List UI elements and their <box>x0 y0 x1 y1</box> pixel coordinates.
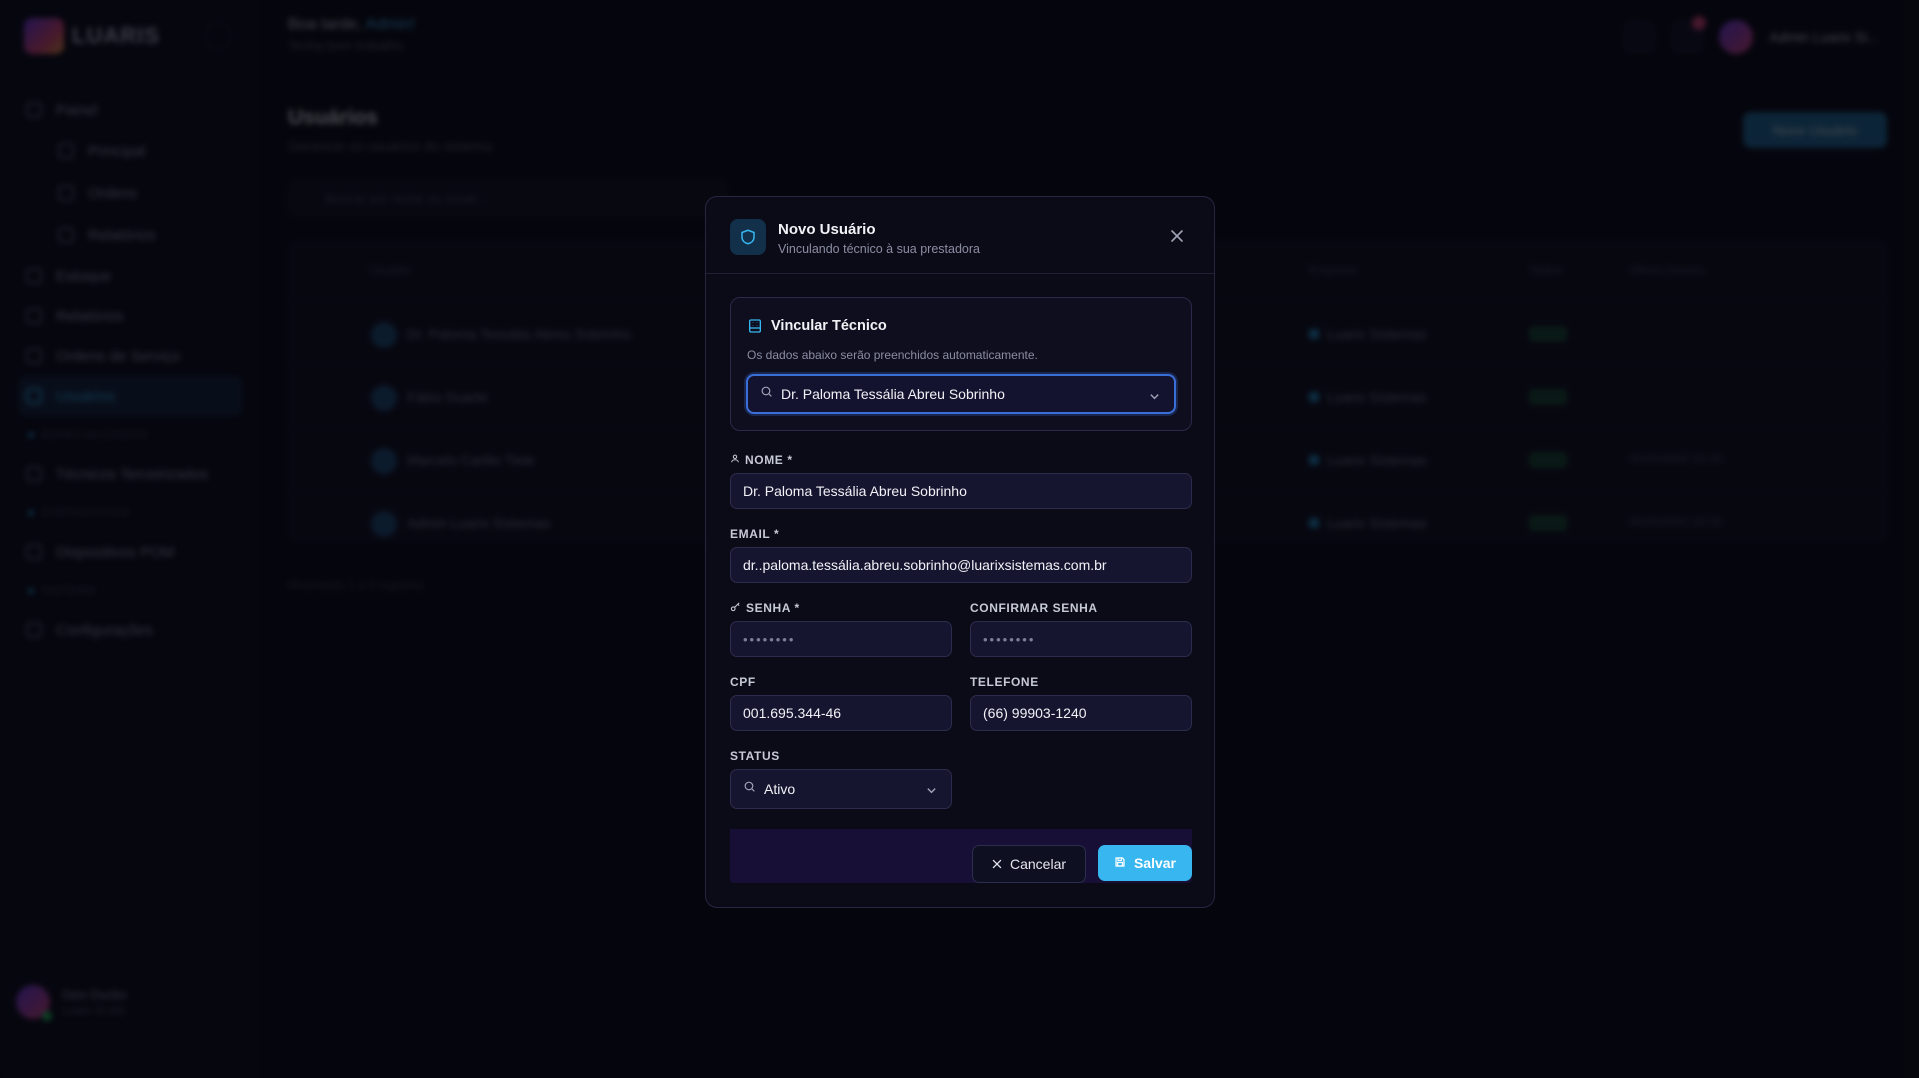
status-label: STATUS <box>730 749 780 763</box>
save-button[interactable]: Salvar <box>1098 845 1192 881</box>
technician-select-value: Dr. Paloma Tessália Abreu Sobrinho <box>781 386 1005 402</box>
new-user-modal: Novo Usuário Vinculando técnico à sua pr… <box>705 196 1215 908</box>
chevron-down-icon <box>1149 389 1160 407</box>
search-icon <box>743 780 756 798</box>
link-technician-description: Os dados abaixo serão preenchidos automa… <box>747 348 1038 362</box>
technician-select[interactable]: Dr. Paloma Tessália Abreu Sobrinho <box>746 374 1176 414</box>
modal-title: Novo Usuário <box>778 221 876 238</box>
building-icon <box>747 318 763 339</box>
close-icon <box>992 856 1002 872</box>
status-select[interactable]: Ativo <box>730 769 952 809</box>
telefone-field[interactable]: (66) 99903-1240 <box>970 695 1192 731</box>
nome-label: NOME * <box>730 453 793 467</box>
cpf-label: CPF <box>730 675 756 689</box>
email-label: EMAIL * <box>730 527 780 541</box>
confirm-password-field[interactable]: •••••••• <box>970 621 1192 657</box>
cancel-button[interactable]: Cancelar <box>972 845 1086 883</box>
modal-header: Novo Usuário Vinculando técnico à sua pr… <box>706 197 1214 274</box>
status-select-value: Ativo <box>764 781 796 797</box>
senha-label: SENHA * <box>730 601 800 615</box>
modal-footer: Cancelar Salvar <box>730 829 1192 883</box>
telefone-label: TELEFONE <box>970 675 1039 689</box>
search-icon <box>760 385 773 403</box>
chevron-down-icon <box>926 783 937 801</box>
key-icon <box>730 601 741 615</box>
confirm-password-label: CONFIRMAR SENHA <box>970 601 1098 615</box>
save-icon <box>1114 855 1126 871</box>
close-icon[interactable] <box>1170 229 1184 243</box>
user-icon <box>730 453 740 467</box>
shield-icon <box>730 219 766 255</box>
nome-field[interactable]: Dr. Paloma Tessália Abreu Sobrinho <box>730 473 1192 509</box>
link-technician-title: Vincular Técnico <box>771 318 887 334</box>
email-field[interactable]: dr..paloma.tessália.abreu.sobrinho@luari… <box>730 547 1192 583</box>
password-field[interactable]: •••••••• <box>730 621 952 657</box>
link-technician-panel: Vincular Técnico Os dados abaixo serão p… <box>730 297 1192 431</box>
cpf-field[interactable]: 001.695.344-46 <box>730 695 952 731</box>
modal-subtitle: Vinculando técnico à sua prestadora <box>778 242 980 256</box>
